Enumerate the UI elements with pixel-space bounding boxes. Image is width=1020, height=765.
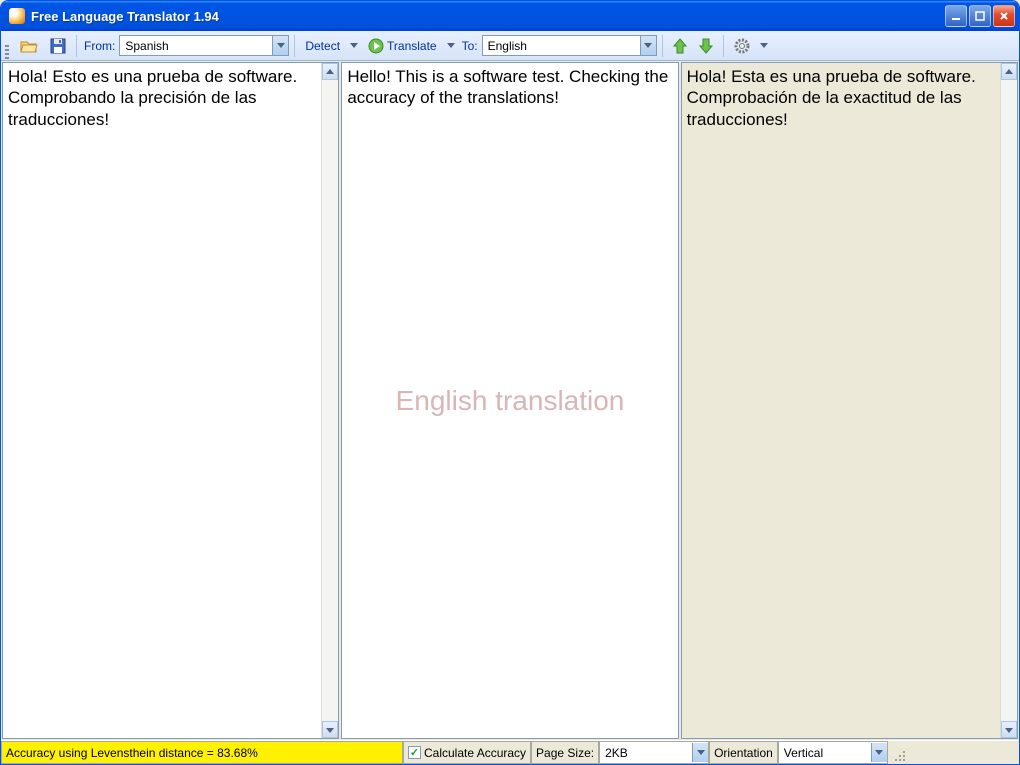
toolbar-divider	[76, 35, 77, 57]
window-title: Free Language Translator 1.94	[31, 9, 945, 24]
window-controls	[945, 5, 1015, 27]
gear-icon	[734, 38, 750, 54]
accuracy-text: Accuracy using Levensthein distance = 83…	[6, 746, 258, 760]
move-down-button[interactable]	[694, 35, 718, 57]
statusbar: Accuracy using Levensthein distance = 83…	[1, 740, 1019, 764]
toolbar-divider	[723, 35, 724, 57]
toolbar: From: Spanish Detect Translate To: Engli…	[1, 31, 1019, 61]
toolbar-grip[interactable]	[5, 36, 11, 56]
toolbar-divider	[662, 35, 663, 57]
to-language-value: English	[488, 39, 527, 53]
detect-label: Detect	[305, 39, 340, 53]
scroll-up-icon[interactable]	[322, 63, 338, 80]
calculate-accuracy-checkbox[interactable]: ✓	[408, 746, 421, 759]
open-button[interactable]	[15, 35, 43, 57]
maximize-button[interactable]	[969, 5, 991, 27]
save-button[interactable]	[45, 35, 71, 57]
detect-dropdown[interactable]	[347, 40, 361, 52]
source-textarea[interactable]: Hola! Esto es una prueba de software. Co…	[3, 63, 321, 738]
translation-pane: Hello! This is a software test. Checking…	[341, 62, 678, 739]
translate-label: Translate	[387, 39, 437, 53]
page-size-label-cell: Page Size:	[531, 741, 599, 764]
translate-dropdown[interactable]	[444, 40, 458, 52]
dropdown-arrow-icon	[272, 36, 288, 55]
dropdown-arrow-icon	[640, 36, 656, 55]
calculate-accuracy-cell[interactable]: ✓ Calculate Accuracy	[403, 741, 531, 764]
page-size-label: Page Size:	[536, 746, 594, 760]
back-translation-pane: Hola! Esta es una prueba de software. Co…	[681, 62, 1018, 739]
arrow-up-icon	[673, 38, 687, 54]
folder-open-icon	[20, 38, 38, 54]
orientation-cell: Vertical	[778, 741, 888, 764]
settings-button[interactable]	[729, 35, 755, 57]
from-language-select[interactable]: Spanish	[119, 35, 289, 56]
minimize-button[interactable]	[945, 5, 967, 27]
toolbar-divider	[294, 35, 295, 57]
scroll-track[interactable]	[322, 80, 338, 721]
arrow-down-icon	[699, 38, 713, 54]
scrollbar[interactable]	[1000, 63, 1017, 738]
calculate-accuracy-label: Calculate Accuracy	[424, 746, 526, 760]
resize-grip-icon	[892, 748, 906, 762]
orientation-label: Orientation	[714, 746, 773, 760]
translate-button[interactable]: Translate	[363, 35, 442, 57]
content-area: Hola! Esto es una prueba de software. Co…	[1, 61, 1019, 740]
scroll-track[interactable]	[1001, 80, 1017, 721]
detect-button[interactable]: Detect	[300, 36, 345, 56]
back-translation-textarea[interactable]: Hola! Esta es una prueba de software. Co…	[682, 63, 1000, 738]
scroll-up-icon[interactable]	[1001, 63, 1017, 80]
close-button[interactable]	[993, 5, 1015, 27]
page-size-select[interactable]: 2KB	[600, 742, 708, 763]
application-window: Free Language Translator 1.94 From: Span…	[0, 0, 1020, 765]
orientation-label-cell: Orientation	[709, 741, 778, 764]
from-label: From:	[82, 39, 117, 53]
settings-dropdown[interactable]	[757, 40, 771, 52]
dropdown-arrow-icon	[692, 743, 708, 762]
to-language-select[interactable]: English	[482, 35, 657, 56]
play-icon	[368, 38, 384, 54]
source-pane: Hola! Esto es una prueba de software. Co…	[2, 62, 339, 739]
to-label: To:	[460, 39, 480, 53]
page-size-value: 2KB	[605, 746, 628, 760]
app-icon	[9, 8, 25, 24]
translation-textarea[interactable]: Hello! This is a software test. Checking…	[342, 63, 677, 738]
accuracy-status: Accuracy using Levensthein distance = 83…	[1, 741, 403, 764]
move-up-button[interactable]	[668, 35, 692, 57]
scroll-down-icon[interactable]	[1001, 721, 1017, 738]
dropdown-arrow-icon	[871, 743, 887, 762]
floppy-disk-icon	[50, 38, 66, 54]
page-size-cell: 2KB	[599, 741, 709, 764]
resize-grip[interactable]	[888, 741, 908, 764]
scroll-down-icon[interactable]	[322, 721, 338, 738]
orientation-value: Vertical	[784, 746, 823, 760]
from-language-value: Spanish	[125, 39, 168, 53]
orientation-select[interactable]: Vertical	[779, 742, 887, 763]
scrollbar[interactable]	[321, 63, 338, 738]
titlebar[interactable]: Free Language Translator 1.94	[1, 1, 1019, 31]
